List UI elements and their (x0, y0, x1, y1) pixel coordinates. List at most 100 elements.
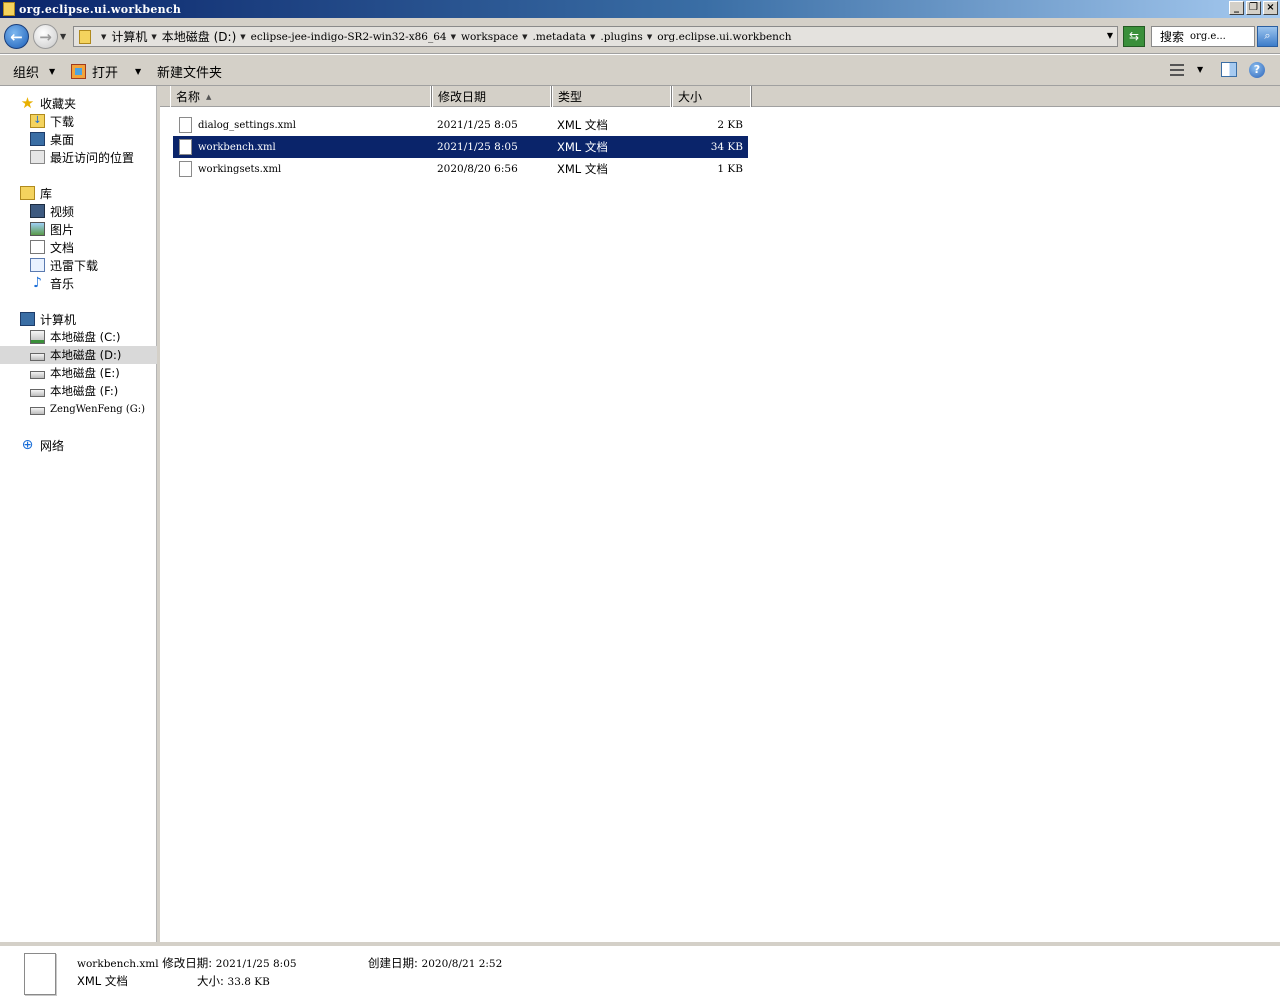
nav-network[interactable]: ⊕ 网络 (0, 436, 157, 454)
open-button[interactable]: 打开 ▼ (71, 62, 141, 81)
file-row[interactable]: workingsets.xml 2020/8/20 6:56 XML 文档 1 … (173, 158, 748, 180)
folder-icon (79, 29, 91, 44)
column-header-size[interactable]: 大小 (672, 86, 752, 107)
arrow-right-icon: → (39, 27, 52, 46)
nav-item-drive-d[interactable]: 本地磁盘 (D:) (0, 346, 157, 364)
breadcrumb-metadata[interactable]: ▼ .metadata (518, 31, 586, 43)
window-controls: _ ❐ × (1229, 1, 1278, 15)
nav-computer[interactable]: 计算机 (0, 310, 157, 328)
refresh-icon: ⇆ (1128, 29, 1140, 43)
nav-item-drive-g[interactable]: ZengWenFeng (G:) (0, 400, 157, 418)
details-created-line: 创建日期: 2020/8/21 2:52 (368, 955, 502, 971)
nav-item-documents[interactable]: 文档 (0, 238, 157, 256)
details-filename: workbench.xml (77, 958, 159, 970)
chevron-down-icon[interactable]: ▼ (590, 33, 595, 41)
search-label: 搜索 (1160, 30, 1185, 44)
xml-file-icon (179, 139, 192, 155)
search-button[interactable]: ⌕ (1257, 26, 1278, 47)
column-header-name[interactable]: 名称 ▲ (170, 86, 432, 107)
details-size: 33.8 KB (227, 976, 270, 988)
file-modified: 2020/8/20 6:56 (437, 163, 518, 175)
download-icon: ↓ (30, 114, 45, 128)
search-value: org.e... (1190, 31, 1226, 42)
breadcrumb-plugins[interactable]: ▼ .plugins (586, 31, 643, 43)
recent-places-icon (30, 150, 45, 164)
recent-pages-dropdown[interactable]: ▼ (60, 32, 66, 41)
folder-icon (3, 2, 15, 16)
file-name: workbench.xml (198, 141, 276, 153)
nav-item-recent-places[interactable]: 最近访问的位置 (0, 148, 157, 166)
nav-item-downloads[interactable]: ↓ 下载 (0, 112, 157, 130)
music-icon: ♪ (33, 275, 42, 291)
nav-item-drive-e[interactable]: 本地磁盘 (E:) (0, 364, 157, 382)
back-button[interactable]: ← (4, 24, 29, 49)
column-header-row: 名称 ▲ 修改日期 类型 大小 (160, 86, 1280, 107)
address-row: ← → ▼ ▼ 计算机 ▼ 本地磁盘 (D:) ▼ eclipse-jee-in… (0, 18, 1280, 54)
document-icon (30, 240, 45, 254)
address-bar[interactable]: ▼ 计算机 ▼ 本地磁盘 (D:) ▼ eclipse-jee-indigo-S… (73, 26, 1118, 47)
help-button[interactable]: ? (1249, 62, 1265, 78)
chevron-down-icon[interactable]: ▼ (135, 67, 141, 76)
window-title: org.eclipse.ui.workbench (19, 2, 182, 16)
drive-icon (30, 371, 45, 379)
nav-item-pictures[interactable]: 图片 (0, 220, 157, 238)
address-history-dropdown[interactable]: ▼ (1107, 31, 1113, 40)
breadcrumb-drive-d[interactable]: ▼ 本地磁盘 (D:) (147, 28, 236, 45)
navigation-pane: ★ 收藏夹 ↓ 下载 桌面 最近访问的位置 库 视频 图片 文档 迅雷下载 ♪ … (0, 86, 157, 942)
file-type: XML 文档 (557, 140, 608, 154)
chevron-down-icon[interactable]: ▼ (101, 33, 106, 41)
close-button[interactable]: × (1263, 1, 1278, 15)
nav-item-xunlei-downloads[interactable]: 迅雷下载 (0, 256, 157, 274)
star-icon: ★ (20, 94, 35, 112)
chevron-down-icon[interactable]: ▼ (647, 33, 652, 41)
view-dropdown[interactable]: ▼ (1197, 65, 1203, 74)
drive-icon (30, 389, 45, 397)
chevron-down-icon[interactable]: ▼ (451, 33, 456, 41)
file-size: 2 KB (717, 119, 743, 131)
forward-button[interactable]: → (33, 24, 58, 49)
breadcrumb-workbench[interactable]: ▼ org.eclipse.ui.workbench (643, 31, 792, 43)
column-header-type[interactable]: 类型 (552, 86, 672, 107)
details-size-line: 大小: 33.8 KB (197, 973, 270, 989)
minimize-button[interactable]: _ (1229, 1, 1244, 15)
organize-button[interactable]: 组织 ▼ (13, 62, 55, 81)
breadcrumb-workspace[interactable]: ▼ workspace (447, 31, 519, 43)
nav-item-videos[interactable]: 视频 (0, 202, 157, 220)
search-icon: ⌕ (1264, 29, 1271, 42)
restore-button[interactable]: ❐ (1246, 1, 1261, 15)
breadcrumb-computer[interactable]: ▼ 计算机 (97, 28, 147, 45)
nav-favorites[interactable]: ★ 收藏夹 (0, 94, 157, 112)
details-pane: workbench.xml 修改日期: 2021/1/25 8:05 创建日期:… (0, 942, 1280, 1000)
file-modified: 2021/1/25 8:05 (437, 141, 518, 153)
sort-ascending-icon: ▲ (206, 92, 212, 101)
chevron-down-icon: ▼ (49, 67, 56, 76)
chevron-down-icon[interactable]: ▼ (240, 33, 245, 41)
nav-item-drive-f[interactable]: 本地磁盘 (F:) (0, 382, 157, 400)
xml-file-icon (179, 117, 192, 133)
file-type: XML 文档 (557, 118, 608, 132)
file-size: 34 KB (710, 141, 743, 153)
file-list: 名称 ▲ 修改日期 类型 大小 dialog_settings.xml 2021… (160, 86, 1280, 942)
search-input[interactable]: 搜索 org.e... (1151, 26, 1255, 47)
preview-pane-button[interactable] (1221, 62, 1237, 77)
file-row[interactable]: dialog_settings.xml 2021/1/25 8:05 XML 文… (173, 114, 748, 136)
nav-item-music[interactable]: ♪ 音乐 (0, 274, 157, 292)
view-options-icon[interactable] (1170, 64, 1184, 76)
details-modified-label: 修改日期: (162, 956, 213, 970)
nav-item-desktop[interactable]: 桌面 (0, 130, 157, 148)
nav-libraries[interactable]: 库 (0, 184, 157, 202)
system-drive-icon (30, 330, 45, 344)
drive-icon (30, 353, 45, 361)
network-icon: ⊕ (21, 437, 34, 453)
nav-item-drive-c[interactable]: 本地磁盘 (C:) (0, 328, 157, 346)
xml-file-icon (24, 953, 56, 995)
breadcrumb-eclipse[interactable]: ▼ eclipse-jee-indigo-SR2-win32-x86_64 (236, 31, 446, 43)
column-header-modified[interactable]: 修改日期 (432, 86, 552, 107)
file-row-selected[interactable]: workbench.xml 2021/1/25 8:05 XML 文档 34 K… (173, 136, 748, 158)
details-created: 2020/8/21 2:52 (421, 958, 503, 970)
refresh-button[interactable]: ⇆ (1123, 26, 1145, 47)
drive-icon (30, 407, 45, 415)
chevron-down-icon[interactable]: ▼ (151, 33, 156, 41)
new-folder-button[interactable]: 新建文件夹 (157, 62, 222, 81)
chevron-down-icon[interactable]: ▼ (522, 33, 527, 41)
